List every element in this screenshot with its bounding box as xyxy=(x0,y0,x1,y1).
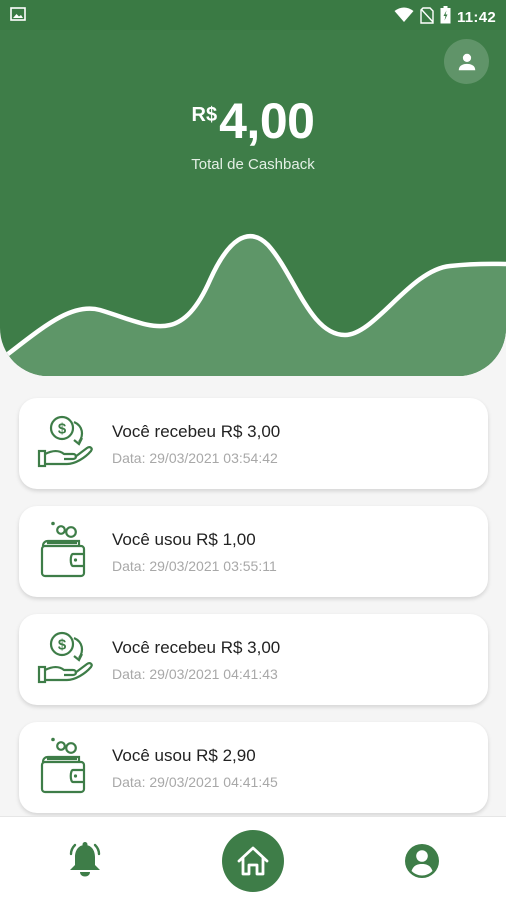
decorative-wave xyxy=(0,233,506,376)
transaction-list: $ Você recebeu R$ 3,00 Data: 29/03/2021 … xyxy=(19,398,488,830)
transaction-date: Data: 29/03/2021 04:41:45 xyxy=(112,774,278,790)
transaction-title: Você recebeu R$ 3,00 xyxy=(112,638,281,657)
account-icon xyxy=(405,844,439,878)
status-time: 11:42 xyxy=(456,9,496,26)
battery-icon xyxy=(440,6,451,29)
bottom-navigation xyxy=(0,816,506,901)
cashback-received-icon: $ xyxy=(37,415,93,468)
person-icon xyxy=(458,53,475,70)
svg-text:$: $ xyxy=(58,637,67,654)
transaction-title: Você recebeu R$ 3,00 xyxy=(112,422,281,441)
transaction-card[interactable]: Você usou R$ 1,00 Data: 29/03/2021 03:55… xyxy=(19,506,488,597)
image-icon xyxy=(10,7,26,26)
wallet-coins-icon xyxy=(40,521,86,578)
nav-account[interactable] xyxy=(402,841,442,881)
transaction-card[interactable]: $ Você recebeu R$ 3,00 Data: 29/03/2021 … xyxy=(19,398,488,489)
transaction-date: Data: 29/03/2021 03:55:11 xyxy=(112,558,277,574)
profile-button[interactable] xyxy=(444,39,489,84)
no-sim-icon xyxy=(420,6,434,29)
currency-symbol: R$ xyxy=(191,104,218,126)
wallet-coins-icon xyxy=(40,737,86,794)
transaction-date: Data: 29/03/2021 04:41:43 xyxy=(112,666,278,682)
svg-text:$: $ xyxy=(58,421,67,438)
bell-icon xyxy=(69,842,101,877)
cashback-received-icon: $ xyxy=(37,631,93,684)
cashback-amount: 4,00 xyxy=(219,93,315,149)
transaction-title: Você usou R$ 1,00 xyxy=(112,530,256,549)
wifi-icon xyxy=(394,7,414,28)
home-icon xyxy=(237,846,269,876)
nav-notifications[interactable] xyxy=(66,841,104,879)
nav-home[interactable] xyxy=(222,830,284,892)
transaction-card[interactable]: Você usou R$ 2,90 Data: 29/03/2021 04:41… xyxy=(19,722,488,813)
cashback-subtitle: Total de Cashback xyxy=(191,156,315,173)
transaction-date: Data: 29/03/2021 03:54:42 xyxy=(112,450,278,466)
cashback-total: R$4,00 xyxy=(0,92,506,150)
transaction-card[interactable]: $ Você recebeu R$ 3,00 Data: 29/03/2021 … xyxy=(19,614,488,705)
transaction-title: Você usou R$ 2,90 xyxy=(112,746,256,765)
status-bar: 11:42 xyxy=(0,0,506,30)
cashback-header: R$4,00 Total de Cashback xyxy=(0,30,506,376)
